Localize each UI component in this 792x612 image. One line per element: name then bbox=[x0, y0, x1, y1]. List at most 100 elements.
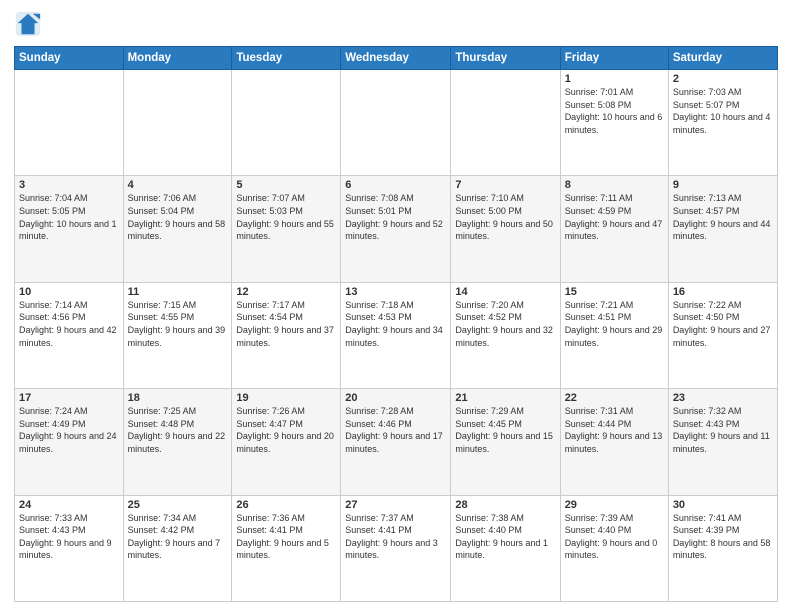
day-number: 22 bbox=[565, 392, 664, 404]
day-info: Sunrise: 7:20 AM Sunset: 4:52 PM Dayligh… bbox=[455, 299, 555, 349]
calendar-body: 1Sunrise: 7:01 AM Sunset: 5:08 PM Daylig… bbox=[15, 70, 778, 602]
calendar-cell: 13Sunrise: 7:18 AM Sunset: 4:53 PM Dayli… bbox=[341, 282, 451, 388]
day-info: Sunrise: 7:37 AM Sunset: 4:41 PM Dayligh… bbox=[345, 512, 446, 562]
day-number: 29 bbox=[565, 499, 664, 511]
day-info: Sunrise: 7:07 AM Sunset: 5:03 PM Dayligh… bbox=[236, 192, 336, 242]
day-number: 1 bbox=[565, 73, 664, 85]
calendar-cell: 30Sunrise: 7:41 AM Sunset: 4:39 PM Dayli… bbox=[668, 495, 777, 601]
calendar-week-row: 1Sunrise: 7:01 AM Sunset: 5:08 PM Daylig… bbox=[15, 70, 778, 176]
day-info: Sunrise: 7:15 AM Sunset: 4:55 PM Dayligh… bbox=[128, 299, 228, 349]
calendar-cell bbox=[451, 70, 560, 176]
day-info: Sunrise: 7:14 AM Sunset: 4:56 PM Dayligh… bbox=[19, 299, 119, 349]
calendar-header-saturday: Saturday bbox=[668, 47, 777, 70]
calendar-header-thursday: Thursday bbox=[451, 47, 560, 70]
calendar-cell: 21Sunrise: 7:29 AM Sunset: 4:45 PM Dayli… bbox=[451, 389, 560, 495]
day-number: 10 bbox=[19, 286, 119, 298]
day-info: Sunrise: 7:22 AM Sunset: 4:50 PM Dayligh… bbox=[673, 299, 773, 349]
day-number: 18 bbox=[128, 392, 228, 404]
calendar-cell: 14Sunrise: 7:20 AM Sunset: 4:52 PM Dayli… bbox=[451, 282, 560, 388]
day-info: Sunrise: 7:10 AM Sunset: 5:00 PM Dayligh… bbox=[455, 192, 555, 242]
calendar-cell: 17Sunrise: 7:24 AM Sunset: 4:49 PM Dayli… bbox=[15, 389, 124, 495]
day-number: 30 bbox=[673, 499, 773, 511]
day-info: Sunrise: 7:34 AM Sunset: 4:42 PM Dayligh… bbox=[128, 512, 228, 562]
calendar-cell: 1Sunrise: 7:01 AM Sunset: 5:08 PM Daylig… bbox=[560, 70, 668, 176]
day-info: Sunrise: 7:36 AM Sunset: 4:41 PM Dayligh… bbox=[236, 512, 336, 562]
calendar-cell: 16Sunrise: 7:22 AM Sunset: 4:50 PM Dayli… bbox=[668, 282, 777, 388]
calendar-cell: 4Sunrise: 7:06 AM Sunset: 5:04 PM Daylig… bbox=[123, 176, 232, 282]
calendar-cell: 6Sunrise: 7:08 AM Sunset: 5:01 PM Daylig… bbox=[341, 176, 451, 282]
calendar-header-sunday: Sunday bbox=[15, 47, 124, 70]
calendar-cell: 5Sunrise: 7:07 AM Sunset: 5:03 PM Daylig… bbox=[232, 176, 341, 282]
day-number: 6 bbox=[345, 179, 446, 191]
calendar-cell: 19Sunrise: 7:26 AM Sunset: 4:47 PM Dayli… bbox=[232, 389, 341, 495]
calendar-cell: 20Sunrise: 7:28 AM Sunset: 4:46 PM Dayli… bbox=[341, 389, 451, 495]
calendar-week-row: 17Sunrise: 7:24 AM Sunset: 4:49 PM Dayli… bbox=[15, 389, 778, 495]
calendar-cell: 7Sunrise: 7:10 AM Sunset: 5:00 PM Daylig… bbox=[451, 176, 560, 282]
day-number: 8 bbox=[565, 179, 664, 191]
calendar-cell: 25Sunrise: 7:34 AM Sunset: 4:42 PM Dayli… bbox=[123, 495, 232, 601]
calendar: SundayMondayTuesdayWednesdayThursdayFrid… bbox=[14, 46, 778, 602]
logo bbox=[14, 10, 46, 38]
day-info: Sunrise: 7:13 AM Sunset: 4:57 PM Dayligh… bbox=[673, 192, 773, 242]
day-info: Sunrise: 7:38 AM Sunset: 4:40 PM Dayligh… bbox=[455, 512, 555, 562]
day-info: Sunrise: 7:06 AM Sunset: 5:04 PM Dayligh… bbox=[128, 192, 228, 242]
calendar-week-row: 10Sunrise: 7:14 AM Sunset: 4:56 PM Dayli… bbox=[15, 282, 778, 388]
day-info: Sunrise: 7:18 AM Sunset: 4:53 PM Dayligh… bbox=[345, 299, 446, 349]
day-info: Sunrise: 7:39 AM Sunset: 4:40 PM Dayligh… bbox=[565, 512, 664, 562]
day-info: Sunrise: 7:32 AM Sunset: 4:43 PM Dayligh… bbox=[673, 405, 773, 455]
calendar-cell: 28Sunrise: 7:38 AM Sunset: 4:40 PM Dayli… bbox=[451, 495, 560, 601]
day-number: 14 bbox=[455, 286, 555, 298]
calendar-header-row: SundayMondayTuesdayWednesdayThursdayFrid… bbox=[15, 47, 778, 70]
day-info: Sunrise: 7:41 AM Sunset: 4:39 PM Dayligh… bbox=[673, 512, 773, 562]
calendar-cell bbox=[15, 70, 124, 176]
day-info: Sunrise: 7:01 AM Sunset: 5:08 PM Dayligh… bbox=[565, 86, 664, 136]
calendar-header-tuesday: Tuesday bbox=[232, 47, 341, 70]
day-info: Sunrise: 7:17 AM Sunset: 4:54 PM Dayligh… bbox=[236, 299, 336, 349]
day-number: 20 bbox=[345, 392, 446, 404]
day-info: Sunrise: 7:11 AM Sunset: 4:59 PM Dayligh… bbox=[565, 192, 664, 242]
day-number: 9 bbox=[673, 179, 773, 191]
day-number: 28 bbox=[455, 499, 555, 511]
day-number: 23 bbox=[673, 392, 773, 404]
day-number: 4 bbox=[128, 179, 228, 191]
calendar-cell: 9Sunrise: 7:13 AM Sunset: 4:57 PM Daylig… bbox=[668, 176, 777, 282]
day-number: 26 bbox=[236, 499, 336, 511]
calendar-cell: 2Sunrise: 7:03 AM Sunset: 5:07 PM Daylig… bbox=[668, 70, 777, 176]
day-info: Sunrise: 7:21 AM Sunset: 4:51 PM Dayligh… bbox=[565, 299, 664, 349]
calendar-cell bbox=[123, 70, 232, 176]
calendar-cell: 12Sunrise: 7:17 AM Sunset: 4:54 PM Dayli… bbox=[232, 282, 341, 388]
day-number: 17 bbox=[19, 392, 119, 404]
day-number: 7 bbox=[455, 179, 555, 191]
day-number: 13 bbox=[345, 286, 446, 298]
calendar-header-wednesday: Wednesday bbox=[341, 47, 451, 70]
day-info: Sunrise: 7:03 AM Sunset: 5:07 PM Dayligh… bbox=[673, 86, 773, 136]
day-number: 12 bbox=[236, 286, 336, 298]
day-number: 19 bbox=[236, 392, 336, 404]
day-info: Sunrise: 7:29 AM Sunset: 4:45 PM Dayligh… bbox=[455, 405, 555, 455]
day-number: 16 bbox=[673, 286, 773, 298]
day-number: 15 bbox=[565, 286, 664, 298]
calendar-cell: 3Sunrise: 7:04 AM Sunset: 5:05 PM Daylig… bbox=[15, 176, 124, 282]
day-number: 5 bbox=[236, 179, 336, 191]
day-info: Sunrise: 7:24 AM Sunset: 4:49 PM Dayligh… bbox=[19, 405, 119, 455]
calendar-cell: 22Sunrise: 7:31 AM Sunset: 4:44 PM Dayli… bbox=[560, 389, 668, 495]
day-info: Sunrise: 7:33 AM Sunset: 4:43 PM Dayligh… bbox=[19, 512, 119, 562]
day-info: Sunrise: 7:04 AM Sunset: 5:05 PM Dayligh… bbox=[19, 192, 119, 242]
calendar-cell bbox=[232, 70, 341, 176]
day-info: Sunrise: 7:31 AM Sunset: 4:44 PM Dayligh… bbox=[565, 405, 664, 455]
day-info: Sunrise: 7:25 AM Sunset: 4:48 PM Dayligh… bbox=[128, 405, 228, 455]
day-number: 21 bbox=[455, 392, 555, 404]
day-info: Sunrise: 7:28 AM Sunset: 4:46 PM Dayligh… bbox=[345, 405, 446, 455]
day-number: 24 bbox=[19, 499, 119, 511]
calendar-cell: 26Sunrise: 7:36 AM Sunset: 4:41 PM Dayli… bbox=[232, 495, 341, 601]
day-info: Sunrise: 7:08 AM Sunset: 5:01 PM Dayligh… bbox=[345, 192, 446, 242]
calendar-cell: 18Sunrise: 7:25 AM Sunset: 4:48 PM Dayli… bbox=[123, 389, 232, 495]
calendar-week-row: 3Sunrise: 7:04 AM Sunset: 5:05 PM Daylig… bbox=[15, 176, 778, 282]
calendar-cell: 29Sunrise: 7:39 AM Sunset: 4:40 PM Dayli… bbox=[560, 495, 668, 601]
calendar-week-row: 24Sunrise: 7:33 AM Sunset: 4:43 PM Dayli… bbox=[15, 495, 778, 601]
calendar-cell: 11Sunrise: 7:15 AM Sunset: 4:55 PM Dayli… bbox=[123, 282, 232, 388]
day-number: 2 bbox=[673, 73, 773, 85]
calendar-cell: 15Sunrise: 7:21 AM Sunset: 4:51 PM Dayli… bbox=[560, 282, 668, 388]
calendar-cell bbox=[341, 70, 451, 176]
day-number: 25 bbox=[128, 499, 228, 511]
